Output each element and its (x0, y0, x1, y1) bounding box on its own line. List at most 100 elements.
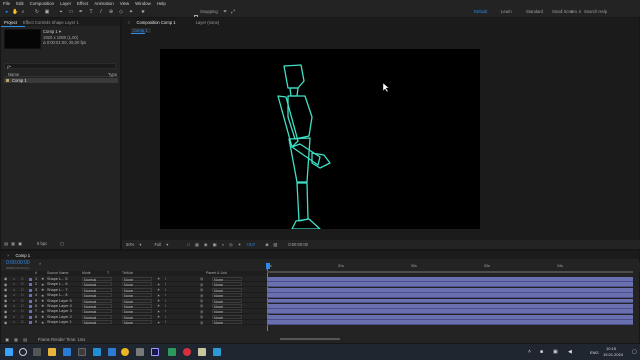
quality-switch-icon[interactable]: / (165, 288, 166, 292)
search-help-input[interactable]: Search Help (584, 9, 607, 14)
network-icon[interactable]: ■ (540, 349, 543, 355)
snap-expand-icon[interactable]: ⤢ (230, 9, 236, 15)
quality-switch-icon[interactable]: / (165, 315, 166, 319)
layer-duration-bar[interactable] (267, 287, 633, 293)
layer-trkmat-dropdown[interactable]: None (122, 314, 152, 320)
tab-project[interactable]: Project (4, 20, 17, 25)
toggle-modes-icon[interactable]: ▦ (14, 337, 18, 342)
excel-icon[interactable] (168, 348, 176, 356)
after-effects-icon[interactable] (151, 348, 159, 356)
layer-name[interactable]: Shape Layer 4 (47, 304, 72, 308)
telegram-icon[interactable] (213, 348, 221, 356)
zoom-slider[interactable] (280, 338, 341, 340)
layer-name[interactable]: Shape L... 8 (47, 293, 67, 297)
project-item-comp1[interactable]: Comp 1 (4, 78, 118, 83)
visibility-eye-icon[interactable]: ◉ (4, 320, 7, 325)
quality-switch-icon[interactable]: / (165, 304, 166, 308)
resolution-dropdown[interactable]: Full (155, 242, 162, 247)
exposure-icon[interactable]: ☀ (238, 242, 242, 247)
layer-mode-dropdown[interactable]: Normal (82, 309, 112, 314)
project-search-input[interactable]: ρ• (4, 63, 116, 69)
tab-timeline-comp1[interactable]: Comp 1 (15, 253, 30, 258)
zoom-tool-icon[interactable]: ⌕ (20, 9, 26, 15)
pick-whip-icon[interactable]: ◎ (200, 293, 203, 298)
workspace-learn[interactable]: Learn (501, 9, 512, 14)
label-color-icon[interactable] (29, 305, 32, 308)
lock-icon[interactable]: □ (21, 293, 23, 297)
pick-whip-icon[interactable]: ◎ (200, 309, 203, 314)
solo-icon[interactable]: ○ (13, 277, 15, 281)
layer-name[interactable]: Shape Layer 5 (47, 299, 72, 303)
mail-icon[interactable] (63, 348, 71, 356)
quality-switch-icon[interactable]: / (165, 299, 166, 303)
zoom-level[interactable]: 50% (126, 242, 134, 247)
rotate-tool-icon[interactable]: ↻ (34, 9, 40, 15)
new-comp-icon[interactable]: ▣ (18, 241, 22, 246)
visibility-eye-icon[interactable]: ◉ (4, 314, 7, 319)
lock-icon[interactable]: □ (21, 304, 23, 308)
show-snapshot-icon[interactable]: ▧ (273, 242, 277, 247)
channel-icon[interactable]: ◑ (221, 242, 224, 247)
column-type[interactable]: Type (108, 72, 117, 77)
workspace-default[interactable]: Default (474, 9, 487, 14)
layer-duration-bar[interactable] (267, 309, 633, 315)
label-color-icon[interactable] (29, 310, 32, 314)
pick-whip-icon[interactable]: ◎ (200, 320, 203, 325)
layer-trkmat-dropdown[interactable]: None (122, 276, 152, 282)
layer-mode-dropdown[interactable]: Normal (82, 276, 112, 282)
workspace-standard[interactable]: Standard (526, 9, 543, 14)
lock-icon[interactable]: □ (21, 315, 23, 319)
layer-mode-dropdown[interactable]: Normal (82, 314, 112, 320)
visibility-eye-icon[interactable]: ◉ (4, 282, 7, 287)
visibility-eye-icon[interactable]: ◉ (4, 287, 7, 292)
label-color-icon[interactable] (29, 288, 32, 292)
layer-mode-dropdown[interactable]: Normal (82, 298, 112, 304)
delete-icon[interactable]: ▢ (60, 241, 64, 246)
layer-trkmat-dropdown[interactable]: None (122, 303, 152, 309)
work-area-bar[interactable] (267, 271, 633, 273)
close-tab-icon[interactable]: ≡ (128, 20, 130, 25)
chrome-icon[interactable] (121, 348, 129, 356)
layer-name[interactable]: Shape L... 6 (47, 282, 67, 286)
tab-effect-controls[interactable]: Effect Controls Shape Layer 1 (23, 20, 79, 25)
shy-switch-icon[interactable]: ✶ (157, 282, 160, 287)
layer-duration-bar[interactable] (267, 277, 633, 282)
quality-switch-icon[interactable]: / (165, 282, 166, 286)
mask-visibility-icon[interactable]: ◉ (204, 242, 208, 247)
visibility-eye-icon[interactable]: ◉ (4, 309, 7, 314)
snapshot-icon[interactable]: ◙ (266, 242, 269, 247)
bit-depth-label[interactable]: 8 bpc (37, 241, 47, 246)
clock-date[interactable]: 19.01.2024 (603, 352, 623, 357)
pick-whip-icon[interactable]: ◎ (200, 287, 203, 292)
menu-effect[interactable]: Effect (77, 1, 88, 6)
opera-icon[interactable] (183, 348, 191, 356)
pick-whip-icon[interactable]: ◎ (200, 276, 203, 281)
solo-icon[interactable]: ○ (13, 282, 15, 286)
layer-duration-bar[interactable] (267, 293, 633, 299)
exposure-value[interactable]: +0,0 (246, 242, 254, 247)
layer-name[interactable]: Shape L... 7 (47, 288, 67, 292)
layer-trkmat-dropdown[interactable]: None (122, 282, 152, 287)
timeline-search-icon[interactable]: ⌕ (39, 261, 48, 266)
tab-composition[interactable]: Composition Comp 1 (136, 20, 175, 25)
clone-tool-icon[interactable]: ⊕ (108, 9, 114, 15)
layer-duration-bar[interactable] (267, 314, 633, 320)
menu-layer[interactable]: Layer (60, 1, 71, 6)
solo-icon[interactable]: ○ (13, 309, 15, 313)
pick-whip-icon[interactable]: ◎ (200, 303, 203, 308)
shy-switch-icon[interactable]: ✶ (157, 298, 160, 303)
header-trkmat[interactable]: TrkMat (122, 271, 133, 275)
snap-options-icon[interactable]: ⌗ (222, 9, 228, 15)
layer-name[interactable]: Shape Layer 3 (47, 309, 72, 313)
solo-icon[interactable]: ○ (13, 315, 15, 319)
layer-mode-dropdown[interactable]: Normal (82, 320, 112, 325)
layer-duration-bar[interactable] (267, 304, 633, 309)
lock-icon[interactable]: □ (21, 299, 23, 303)
layer-parent-dropdown[interactable]: None (212, 276, 242, 282)
notifications-icon[interactable]: ▢ (632, 349, 637, 355)
interpret-footage-icon[interactable]: ▤ (4, 241, 8, 246)
new-folder-icon[interactable]: ▦ (11, 241, 15, 246)
file-explorer-icon[interactable] (48, 348, 56, 356)
visibility-eye-icon[interactable]: ◉ (4, 293, 7, 298)
settings-taskbar-icon[interactable] (136, 348, 144, 356)
